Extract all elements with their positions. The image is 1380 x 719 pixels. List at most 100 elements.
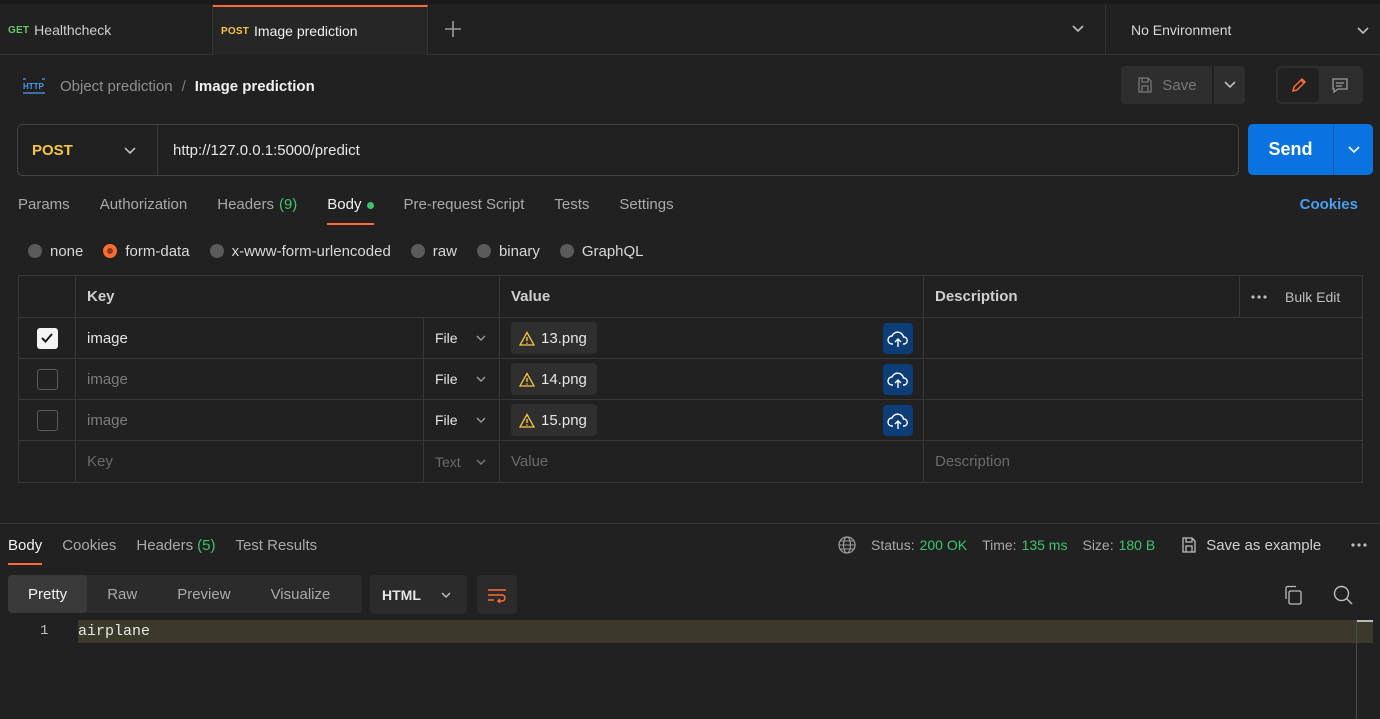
upload-button[interactable] xyxy=(883,323,913,354)
row-type-select[interactable]: Text xyxy=(423,441,500,482)
row-description[interactable] xyxy=(924,318,1239,358)
row-checkbox[interactable] xyxy=(36,368,58,390)
row-description[interactable] xyxy=(924,400,1239,440)
scrollbar-thumb[interactable] xyxy=(1357,620,1373,622)
type-select: File xyxy=(435,330,499,346)
tab-method: GET xyxy=(8,24,30,36)
breadcrumb-parent[interactable]: Object prediction xyxy=(60,78,173,95)
save-options-button[interactable] xyxy=(1214,66,1245,104)
code-line: airplane xyxy=(78,623,151,640)
url-bar: POST xyxy=(17,124,1239,176)
radio-button xyxy=(28,244,42,258)
line-number: 1 xyxy=(40,623,49,639)
language-select[interactable]: HTML xyxy=(370,575,467,614)
response-divider[interactable] xyxy=(0,523,1380,524)
save-as-example-button[interactable]: Save as example xyxy=(1180,536,1321,554)
globe-icon[interactable] xyxy=(837,535,857,555)
row-key[interactable]: image xyxy=(76,318,423,358)
row-type-select[interactable]: File xyxy=(423,318,500,358)
send-button[interactable]: Send xyxy=(1248,124,1333,175)
body-type-raw[interactable]: raw xyxy=(410,243,457,260)
response-tab-test-results[interactable]: Test Results xyxy=(235,535,317,565)
tab-settings[interactable]: Settings xyxy=(619,192,673,225)
upload-button[interactable] xyxy=(883,364,913,395)
chevron-down-icon xyxy=(476,459,486,465)
copy-icon xyxy=(1285,585,1302,605)
page-title[interactable]: Image prediction xyxy=(195,78,315,95)
chevron-down-icon xyxy=(476,335,486,341)
edit-mode-button[interactable] xyxy=(1278,68,1319,102)
time-value[interactable]: 135 ms xyxy=(1022,537,1068,553)
view-preview[interactable]: Preview xyxy=(157,575,250,613)
bulk-edit-button[interactable]: Bulk Edit xyxy=(1239,276,1362,317)
row-key[interactable]: image xyxy=(76,400,423,440)
tab-healthcheck[interactable]: GET Healthcheck xyxy=(0,5,213,55)
save-as-example-label: Save as example xyxy=(1206,536,1322,554)
tab-overflow-button[interactable] xyxy=(1066,19,1090,39)
wrap-lines-button[interactable] xyxy=(477,575,517,614)
cookies-link[interactable]: Cookies xyxy=(1300,196,1358,213)
scrollbar-track[interactable] xyxy=(1356,620,1357,719)
body-type-graphql[interactable]: GraphQL xyxy=(559,243,644,260)
view-visualize[interactable]: Visualize xyxy=(251,575,351,613)
row-type-select[interactable]: File xyxy=(423,400,500,440)
upload-button[interactable] xyxy=(883,405,913,436)
file-chip[interactable]: 15.png xyxy=(511,404,597,436)
language-label: HTML xyxy=(382,586,421,603)
http-icon: HTTP xyxy=(23,78,45,94)
tab-tests[interactable]: Tests xyxy=(554,192,589,225)
url-input[interactable] xyxy=(158,125,1238,175)
new-value-input[interactable]: Value xyxy=(500,441,924,482)
form-data-table: Key Value Description Bulk Edit image Fi… xyxy=(18,275,1363,483)
new-tab-button[interactable] xyxy=(436,16,470,42)
row-key[interactable]: image xyxy=(76,359,423,399)
file-chip[interactable]: 13.png xyxy=(511,322,597,354)
new-description-input[interactable]: Description xyxy=(924,441,1239,482)
comments-mode-button[interactable] xyxy=(1319,68,1360,102)
response-tab-headers[interactable]: Headers (5) xyxy=(136,535,215,565)
tab-label: Test Results xyxy=(235,537,318,554)
view-pretty[interactable]: Pretty xyxy=(8,575,88,613)
body-type-urlencoded[interactable]: x-www-form-urlencoded xyxy=(209,243,391,260)
search-icon xyxy=(1333,585,1353,605)
chevron-down-icon xyxy=(1357,27,1369,35)
key-text: image xyxy=(87,370,128,388)
radio-button xyxy=(209,244,224,258)
cloud-upload-icon xyxy=(887,412,908,429)
row-check-cell xyxy=(19,359,76,399)
new-key-input[interactable]: Key xyxy=(76,441,423,482)
tab-image-prediction[interactable]: POST Image prediction xyxy=(213,5,428,55)
tab-pre-request-script[interactable]: Pre-request Script xyxy=(404,192,525,225)
row-checkbox[interactable] xyxy=(36,409,58,431)
send-options-button[interactable] xyxy=(1333,124,1373,175)
method-select[interactable]: POST xyxy=(18,125,158,175)
row-checkbox[interactable] xyxy=(36,327,58,349)
view-raw[interactable]: Raw xyxy=(87,575,157,613)
response-meta: Status: 200 OK Time: 135 ms Size: 180 B … xyxy=(837,535,1321,555)
body-type-form-data[interactable]: form-data xyxy=(103,243,190,260)
row-description[interactable] xyxy=(924,359,1239,399)
copy-button[interactable] xyxy=(1282,584,1304,606)
tab-params[interactable]: Params xyxy=(18,192,70,225)
row-type-select[interactable]: File xyxy=(423,359,500,399)
tab-headers[interactable]: Headers (9) xyxy=(217,192,297,225)
body-type-binary[interactable]: binary xyxy=(476,243,540,260)
pencil-icon xyxy=(1291,77,1306,93)
tab-body[interactable]: Body xyxy=(327,192,374,225)
environment-select[interactable]: No Environment xyxy=(1105,5,1380,55)
response-tab-cookies[interactable]: Cookies xyxy=(62,535,116,565)
environment-label: No Environment xyxy=(1131,22,1232,38)
save-button[interactable]: Save xyxy=(1121,66,1212,104)
more-horizontal-icon[interactable] xyxy=(1350,538,1368,552)
type-select: Text xyxy=(435,454,499,470)
tab-label: Settings xyxy=(619,196,674,213)
body-type-options: none form-data x-www-form-urlencoded raw… xyxy=(28,240,664,262)
body-type-none[interactable]: none xyxy=(28,243,83,260)
status-value[interactable]: 200 OK xyxy=(920,537,967,553)
response-tab-body[interactable]: Body xyxy=(8,535,43,565)
file-chip[interactable]: 14.png xyxy=(511,363,597,395)
size-value[interactable]: 180 B xyxy=(1119,537,1156,553)
tab-authorization[interactable]: Authorization xyxy=(100,192,188,225)
search-button[interactable] xyxy=(1332,584,1354,606)
response-body-viewer[interactable]: 1 airplane xyxy=(0,620,1380,719)
